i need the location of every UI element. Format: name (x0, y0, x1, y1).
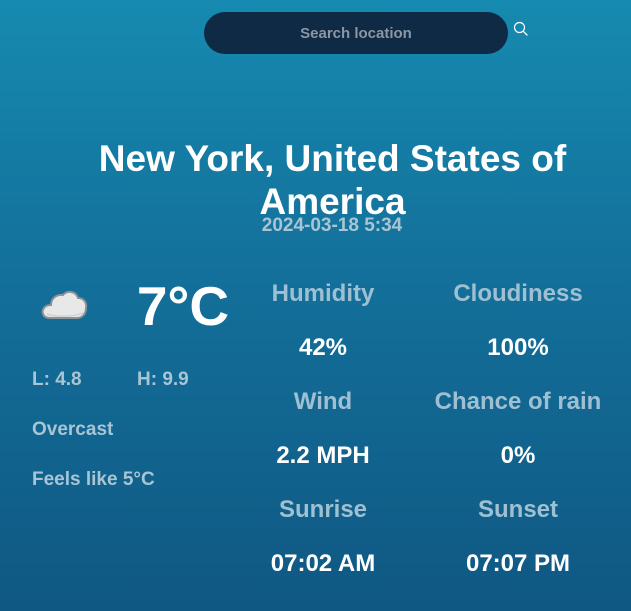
weather-condition: Overcast (32, 419, 114, 440)
search-button[interactable] (512, 20, 530, 38)
local-datetime: 2024-03-18 5:34 (261, 215, 403, 236)
cloudiness-value: 100% (487, 334, 549, 361)
humidity-label: Humidity (271, 280, 375, 307)
cloudiness-label: Cloudiness (453, 280, 583, 307)
wind-label: Wind (293, 388, 353, 415)
feels-like: Feels like 5°C (32, 469, 155, 490)
search-icon (513, 21, 528, 36)
rain-chance-value: 0% (500, 442, 536, 469)
rain-chance-label: Chance of rain (434, 388, 602, 415)
sunrise-value: 07:02 AM (270, 550, 376, 577)
search-input[interactable] (204, 12, 508, 54)
sunset-label: Sunset (477, 496, 558, 523)
low-temperature: L: 4.8 (32, 369, 82, 390)
sunset-value: 07:07 PM (465, 550, 571, 577)
sunrise-label: Sunrise (278, 496, 368, 523)
humidity-value: 42% (298, 334, 348, 361)
location-title: New York, United States of America (98, 138, 567, 222)
high-temperature: H: 9.9 (137, 369, 189, 390)
wind-value: 2.2 MPH (276, 442, 370, 469)
cloud-icon (41, 290, 88, 319)
current-temperature: 7°C (136, 275, 230, 337)
